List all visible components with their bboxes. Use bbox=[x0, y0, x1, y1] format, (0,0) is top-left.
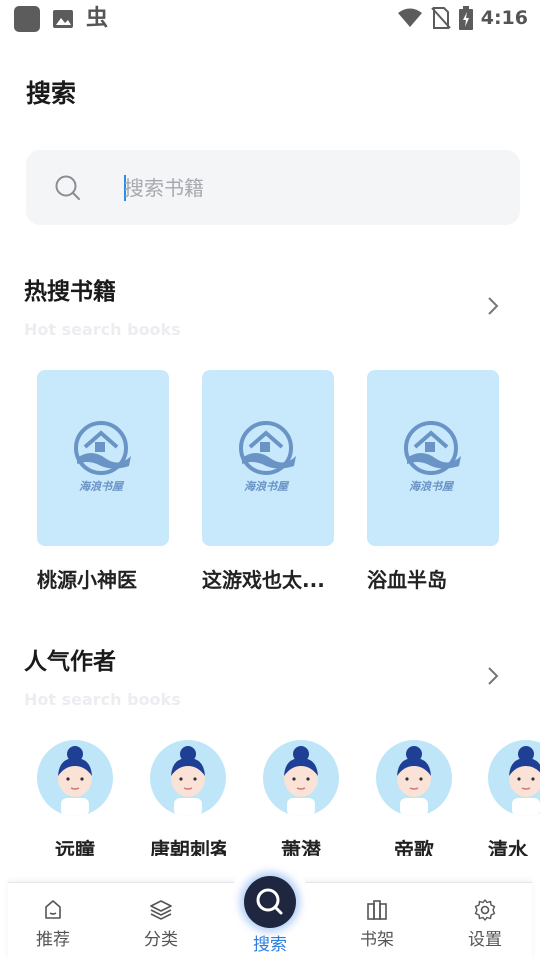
status-time: 4:16 bbox=[480, 7, 528, 29]
author-item[interactable]: 帝歌 bbox=[376, 740, 452, 856]
author-item[interactable]: 清水 bbox=[488, 740, 540, 856]
app-square-icon bbox=[14, 6, 40, 32]
gear-icon bbox=[474, 899, 496, 921]
search-input[interactable]: 搜索书籍 bbox=[26, 150, 520, 225]
nav-item-search[interactable] bbox=[244, 876, 296, 928]
page-title: 搜索 bbox=[26, 79, 77, 108]
nav-label: 设置 bbox=[468, 930, 502, 950]
avatar bbox=[37, 740, 113, 816]
search-placeholder: 搜索书籍 bbox=[124, 176, 204, 200]
status-right-icons: 4:16 bbox=[397, 6, 528, 30]
avatar bbox=[263, 740, 339, 816]
avatar bbox=[376, 740, 452, 816]
hailang-logo-icon: 海浪书屋 bbox=[404, 421, 461, 493]
nav-item-bookshelf[interactable]: 书架 bbox=[332, 883, 422, 950]
author-name: 远瞳 bbox=[55, 838, 95, 856]
nav-item-recommend[interactable]: 推荐 bbox=[8, 883, 98, 950]
author-avatar-icon bbox=[397, 746, 431, 816]
nav-label-active[interactable]: 搜索 bbox=[240, 930, 300, 955]
book-title: 浴血半岛 bbox=[367, 568, 447, 592]
avatar bbox=[488, 740, 540, 816]
book-cover: 海浪书屋 bbox=[37, 370, 169, 546]
book-card[interactable]: 海浪书屋 这游戏也太... bbox=[202, 370, 334, 593]
status-left-icons: 虫 bbox=[14, 6, 108, 32]
popular-authors-subtitle: Hot search books bbox=[24, 690, 181, 709]
author-name: 清水 bbox=[488, 838, 528, 856]
svg-text:海浪书屋: 海浪书屋 bbox=[79, 480, 125, 493]
author-avatar-icon bbox=[284, 746, 318, 816]
author-name: 萧潜 bbox=[281, 838, 321, 856]
hot-books-subtitle: Hot search books bbox=[24, 320, 181, 339]
book-cover: 海浪书屋 bbox=[367, 370, 499, 546]
bookshelf-icon bbox=[367, 900, 387, 920]
svg-text:海浪书屋: 海浪书屋 bbox=[409, 480, 455, 493]
battery-charging-icon bbox=[458, 6, 473, 30]
author-name: 唐朝刺客 bbox=[150, 838, 226, 856]
author-avatar-icon bbox=[509, 746, 540, 816]
status-bar: 虫 4:16 bbox=[0, 0, 540, 38]
search-icon bbox=[256, 888, 283, 915]
author-avatar-icon bbox=[58, 746, 92, 816]
author-item[interactable]: 远瞳 bbox=[37, 740, 113, 856]
book-cover: 海浪书屋 bbox=[202, 370, 334, 546]
hot-books-more-chevron-icon[interactable] bbox=[484, 294, 502, 318]
book-card[interactable]: 海浪书屋 桃源小神医 bbox=[37, 370, 169, 593]
home-icon bbox=[45, 900, 61, 919]
book-title: 桃源小神医 bbox=[37, 568, 137, 592]
wifi-icon bbox=[397, 8, 422, 27]
nav-label: 推荐 bbox=[36, 930, 70, 950]
hot-books-title: 热搜书籍 bbox=[24, 279, 116, 305]
nav-item-settings[interactable]: 设置 bbox=[440, 883, 530, 950]
popular-authors-title: 人气作者 bbox=[24, 649, 116, 675]
popular-authors-more-chevron-icon[interactable] bbox=[484, 664, 502, 688]
bug-icon: 虫 bbox=[86, 6, 109, 31]
hailang-logo-icon: 海浪书屋 bbox=[239, 421, 296, 493]
layers-icon bbox=[150, 900, 172, 920]
no-sim-icon bbox=[430, 7, 451, 29]
svg-text:海浪书屋: 海浪书屋 bbox=[244, 480, 290, 493]
author-item[interactable]: 唐朝刺客 bbox=[150, 740, 226, 856]
author-avatar-icon bbox=[171, 746, 205, 816]
nav-label: 分类 bbox=[144, 930, 178, 950]
image-icon bbox=[53, 10, 73, 28]
nav-item-category[interactable]: 分类 bbox=[116, 883, 206, 950]
author-name: 帝歌 bbox=[394, 838, 434, 856]
book-title: 这游戏也太... bbox=[202, 568, 325, 592]
book-card[interactable]: 海浪书屋 浴血半岛 bbox=[367, 370, 499, 593]
nav-label: 书架 bbox=[360, 930, 394, 950]
avatar bbox=[150, 740, 226, 816]
search-icon bbox=[55, 175, 80, 200]
hailang-logo-icon: 海浪书屋 bbox=[74, 421, 131, 493]
author-item[interactable]: 萧潜 bbox=[263, 740, 339, 856]
